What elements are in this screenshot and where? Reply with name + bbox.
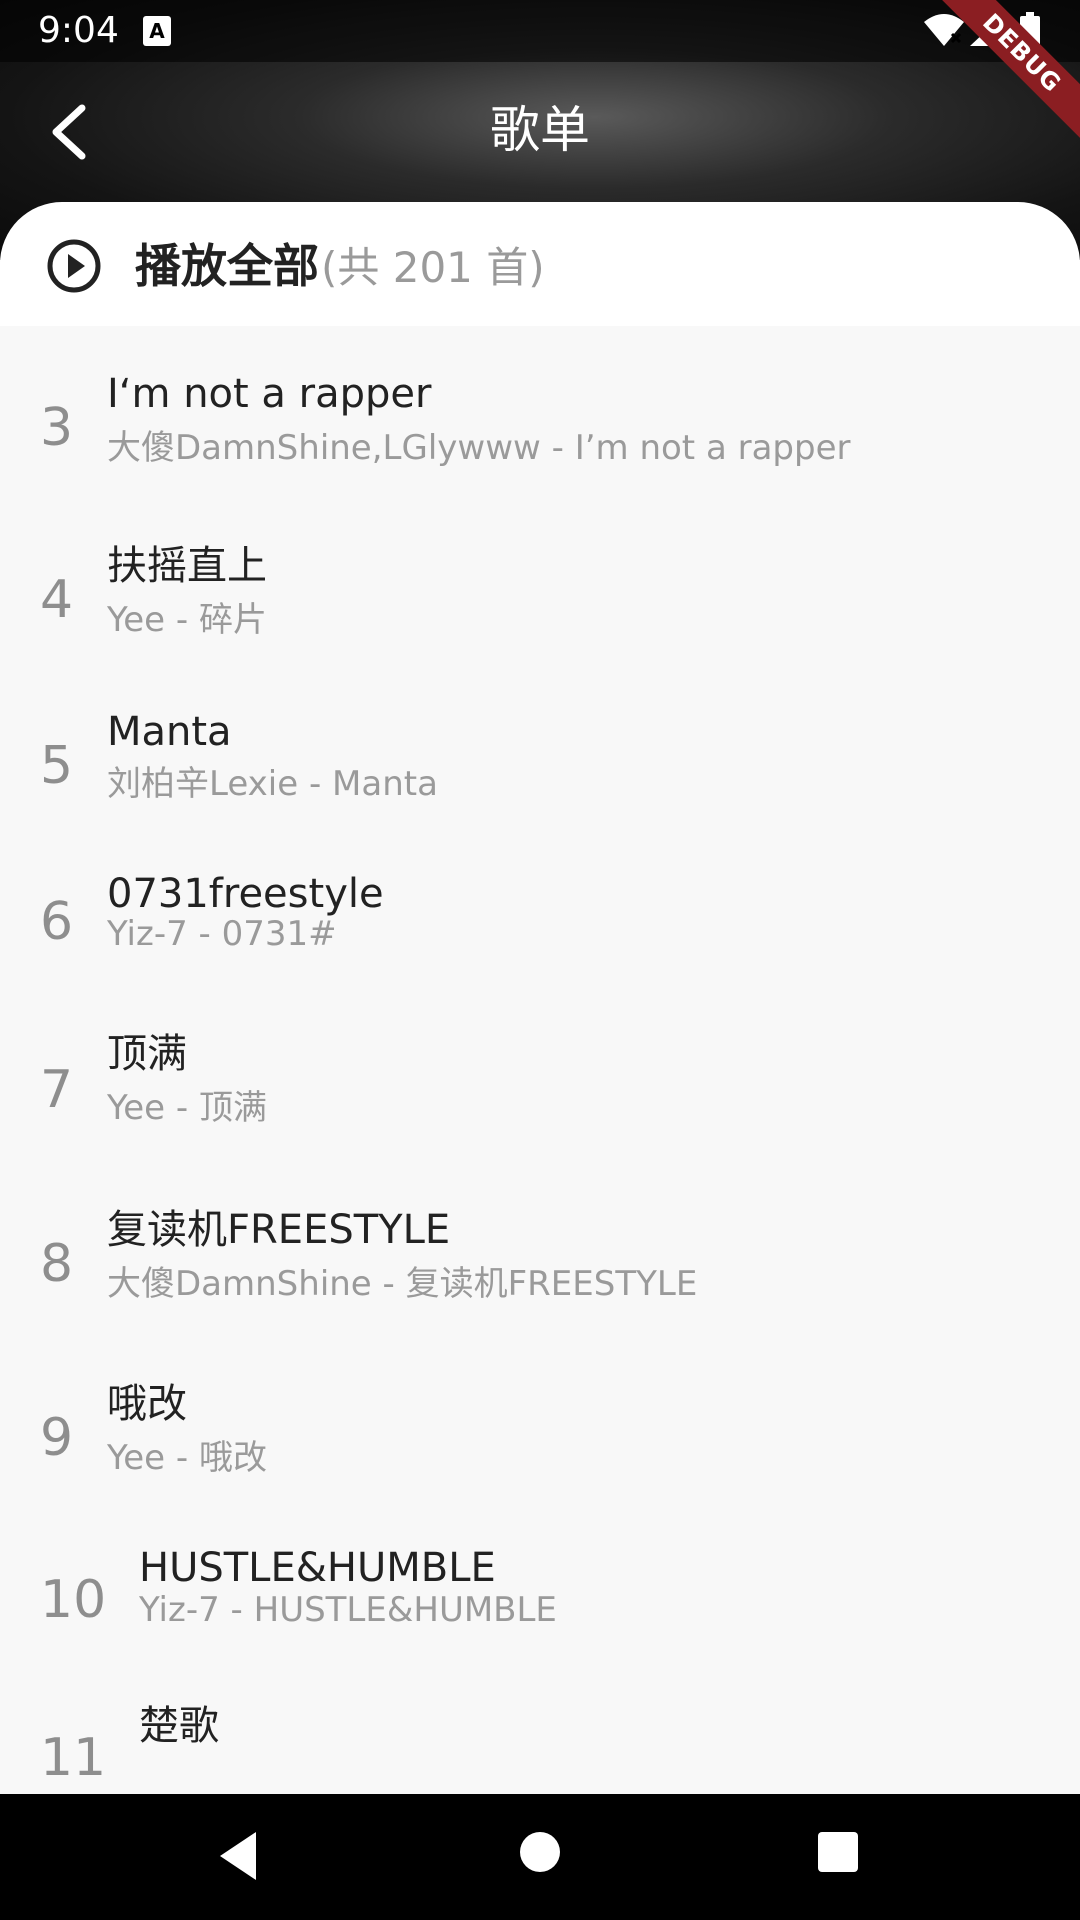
song-subtitle: Yiz-7 - HUSTLE&HUMBLE [139, 1590, 557, 1630]
song-row[interactable]: 11 楚歌 [0, 1700, 1080, 1794]
song-row[interactable]: 6 0731freestyle Yiz-7 - 0731# [0, 868, 1080, 1028]
song-list[interactable]: 3 I‘m not a rapper 大傻DamnShine,LGlywww -… [0, 326, 1080, 1794]
song-row[interactable]: 8 复读机FREESTYLE 大傻DamnShine - 复读机FREESTYL… [0, 1204, 1080, 1364]
song-row[interactable]: 5 Manta 刘柏辛Lexie - Manta [0, 706, 1080, 866]
song-subtitle: Yee - 哦改 [107, 1438, 267, 1478]
song-index: 9 [40, 1408, 74, 1468]
navigation-bar [0, 1794, 1080, 1920]
nav-home-icon[interactable] [520, 1832, 560, 1872]
song-index: 11 [40, 1728, 107, 1788]
song-index: 7 [40, 1060, 74, 1120]
song-subtitle: 大傻DamnShine,LGlywww - I’m not a rapper [107, 428, 851, 468]
song-index: 3 [40, 398, 74, 458]
song-title: 哦改 [107, 1381, 187, 1427]
song-title: 楚歌 [139, 1703, 219, 1749]
song-index: 8 [40, 1234, 74, 1294]
notification-a-icon: A [143, 16, 171, 46]
app-screen: 9:04 A 歌单 DEBUG 播放全部 (共 201 首) 3 I‘m not… [0, 0, 1080, 1920]
song-subtitle: 大傻DamnShine - 复读机FREESTYLE [107, 1264, 698, 1304]
play-all-label: 播放全部 [135, 239, 319, 293]
song-title: I‘m not a rapper [107, 371, 432, 417]
play-circle-icon [47, 239, 101, 293]
song-subtitle: Yee - 碎片 [107, 600, 267, 640]
song-row[interactable]: 3 I‘m not a rapper 大傻DamnShine,LGlywww -… [0, 368, 1080, 528]
song-subtitle: 刘柏辛Lexie - Manta [107, 764, 438, 804]
song-title: 顶满 [107, 1031, 187, 1077]
song-index: 4 [40, 570, 74, 630]
song-row[interactable]: 10 HUSTLE&HUMBLE Yiz-7 - HUSTLE&HUMBLE [0, 1542, 1080, 1702]
song-title: Manta [107, 709, 232, 755]
song-row[interactable]: 7 顶满 Yee - 顶满 [0, 1028, 1080, 1188]
status-bar: 9:04 A [0, 0, 1080, 62]
status-time: 9:04 [38, 10, 119, 51]
song-subtitle: Yee - 顶满 [107, 1088, 267, 1128]
song-index: 6 [40, 892, 74, 952]
nav-back-icon[interactable] [216, 1830, 260, 1882]
song-index: 10 [40, 1570, 107, 1630]
song-title: HUSTLE&HUMBLE [139, 1545, 496, 1591]
song-count: (共 201 首) [321, 243, 545, 292]
song-title: 复读机FREESTYLE [107, 1207, 451, 1253]
song-subtitle: Yiz-7 - 0731# [107, 914, 337, 954]
song-row[interactable]: 4 扶摇直上 Yee - 碎片 [0, 540, 1080, 700]
nav-recents-icon[interactable] [818, 1832, 858, 1872]
song-row[interactable]: 9 哦改 Yee - 哦改 [0, 1378, 1080, 1538]
song-index: 5 [40, 736, 74, 796]
play-all-button[interactable]: 播放全部 (共 201 首) [0, 202, 1080, 326]
page-title: 歌单 [490, 101, 590, 159]
song-title: 扶摇直上 [107, 543, 267, 589]
